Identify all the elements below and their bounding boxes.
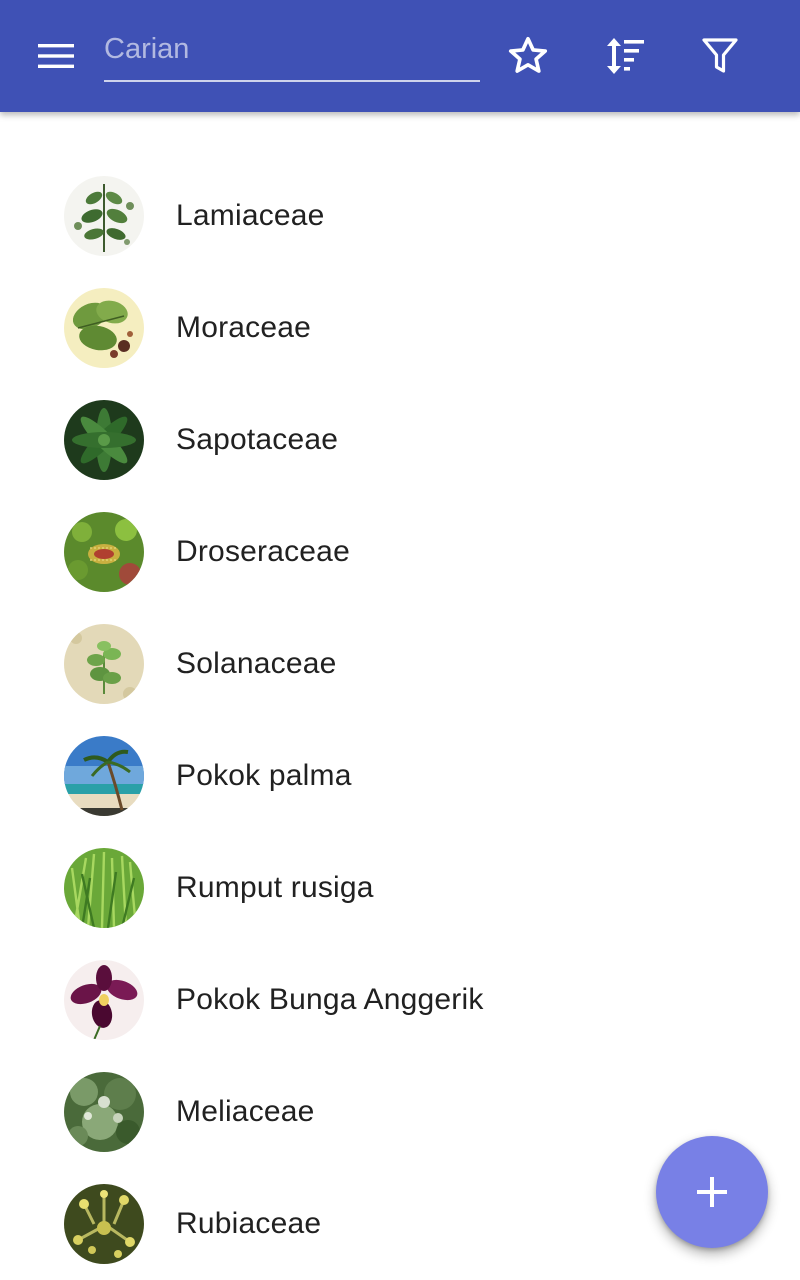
list-item-label: Droseraceae [176,535,350,568]
list-item-label: Meliaceae [176,1095,315,1128]
list-item[interactable]: Pokok Bunga Anggerik [0,944,800,1056]
app-screen: Lamiaceae Moraceae [0,0,800,1280]
dark-green-leaves-thumbnail [64,400,144,480]
venus-flytrap-thumbnail [64,512,144,592]
list-item-label: Rubiaceae [176,1207,322,1240]
list-item-label: Solanaceae [176,647,337,680]
star-outline-icon [508,36,548,73]
grass-thumbnail [64,848,144,928]
small-plant-sand-thumbnail [64,624,144,704]
list-item[interactable]: Pokok palma [0,720,800,832]
meliaceae-foliage-thumbnail [64,1072,144,1152]
sort-button[interactable] [592,24,656,88]
purple-orchid-thumbnail [64,960,144,1040]
list-item[interactable]: Droseraceae [0,496,800,608]
menu-button[interactable] [24,24,88,88]
hamburger-menu-icon [38,44,74,68]
palm-beach-thumbnail [64,736,144,816]
list-item[interactable]: Moraceae [0,272,800,384]
top-app-bar [0,0,800,112]
filter-icon [702,38,738,73]
list-item[interactable]: Solanaceae [0,608,800,720]
search-input[interactable] [104,22,480,76]
list-item[interactable]: Sapotaceae [0,384,800,496]
list-item-label: Pokok palma [176,759,352,792]
search-field [104,22,480,82]
filter-button[interactable] [688,24,752,88]
yellow-flowers-thumbnail [64,1184,144,1264]
plus-icon [697,1177,727,1207]
list-item[interactable]: Rumput rusiga [0,832,800,944]
plant-family-list: Lamiaceae Moraceae Sapotaceae Droseracea… [0,160,800,1280]
add-button[interactable] [656,1136,768,1248]
sort-icon [607,38,644,74]
list-item-label: Pokok Bunga Anggerik [176,983,484,1016]
favorites-button[interactable] [496,24,560,88]
mint-illustration-thumbnail [64,176,144,256]
list-item-label: Lamiaceae [176,199,325,232]
list-item-label: Moraceae [176,311,312,344]
list-item[interactable]: Lamiaceae [0,160,800,272]
list-item-label: Sapotaceae [176,423,339,456]
fig-leaf-illustration-thumbnail [64,288,144,368]
list-item-label: Rumput rusiga [176,871,374,904]
